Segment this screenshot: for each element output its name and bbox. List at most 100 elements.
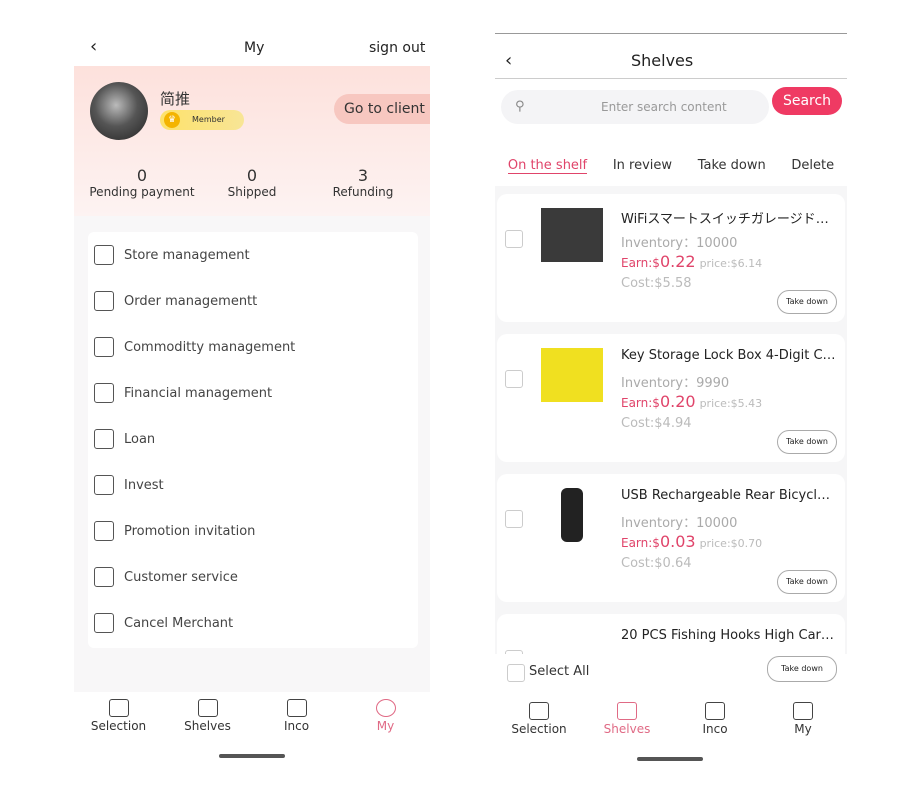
income-chart-icon	[286, 699, 307, 717]
product-image[interactable]	[561, 488, 583, 542]
member-badge: ♛ Member	[160, 110, 244, 130]
menu-item-label: Invest	[124, 477, 164, 493]
inventory: Inventory：9990	[621, 376, 730, 391]
earn-label: Earn:$	[621, 256, 660, 270]
earn: Earn:$0.22 price:$6.14	[621, 252, 762, 271]
tab-selection[interactable]: Selection	[74, 695, 163, 733]
page-title: My	[244, 40, 265, 56]
exit-icon	[94, 613, 114, 633]
take-down-button[interactable]: Take down	[777, 570, 837, 594]
earn: Earn:$0.03 price:$0.70	[621, 532, 762, 551]
divider	[495, 78, 847, 79]
menu-item-label: Cancel Merchant	[124, 615, 234, 631]
go-to-client-button[interactable]: Go to client	[334, 94, 430, 124]
cost: Cost:$0.64	[621, 556, 692, 571]
home-indicator	[219, 754, 285, 758]
product-card: USB Rechargeable Rear Bicycle Light Inven…	[497, 474, 845, 602]
stat-value: 0	[246, 166, 258, 185]
stat-pending[interactable]: 0 Pending payment	[87, 166, 197, 199]
stat-label: Pending payment	[89, 185, 195, 199]
earn: Earn:$0.20 price:$5.43	[621, 392, 762, 411]
tab-delete[interactable]: Delete	[791, 158, 834, 174]
take-down-button[interactable]: Take down	[777, 430, 837, 454]
stat-label: Shipped	[227, 185, 277, 199]
select-all-checkbox[interactable]	[507, 664, 525, 682]
menu-item-label: Customer service	[124, 569, 238, 585]
stat-refunding[interactable]: 3 Refunding	[308, 166, 418, 199]
take-down-button[interactable]: Take down	[777, 290, 837, 314]
divider	[495, 33, 847, 34]
search-button[interactable]: Search	[772, 87, 842, 115]
tab-my[interactable]: My	[341, 695, 430, 733]
product-image[interactable]	[541, 208, 603, 262]
bottom-tab-bar: Selection Shelves Inco My	[495, 698, 847, 736]
inventory: Inventory：10000	[621, 516, 738, 531]
shelves-icon	[197, 699, 218, 717]
headset-icon	[94, 567, 114, 587]
earn-value: 0.22	[659, 252, 696, 271]
tab-take-down[interactable]: Take down	[698, 158, 766, 174]
sign-out-link[interactable]: sign out	[369, 40, 425, 56]
tab-label: Selection	[90, 719, 147, 733]
income-chart-icon	[705, 702, 725, 720]
selection-icon	[529, 702, 549, 720]
menu-item-label: Order managementt	[124, 293, 258, 309]
tab-label: My	[376, 719, 395, 733]
store-icon	[94, 245, 114, 265]
menu-item[interactable]: Commoditty management	[88, 324, 418, 370]
product-image[interactable]	[541, 348, 603, 402]
menu-item[interactable]: Cancel Merchant	[88, 600, 418, 646]
bulk-take-down-button[interactable]: Take down	[767, 656, 837, 682]
stat-shipped[interactable]: 0 Shipped	[197, 166, 307, 199]
loan-icon	[94, 429, 114, 449]
tab-in-review[interactable]: In review	[613, 158, 672, 174]
product-checkbox[interactable]	[505, 230, 523, 248]
price: price:$0.70	[699, 537, 763, 550]
inventory: Inventory：10000	[621, 236, 738, 251]
search-input[interactable]: Enter search content	[501, 90, 769, 124]
menu-item-label: Commoditty management	[124, 339, 296, 355]
tab-label: Shelves	[603, 722, 651, 736]
price: price:$5.43	[699, 397, 763, 410]
stat-value: 0	[136, 166, 148, 185]
product-title[interactable]: Key Storage Lock Box 4-Digit Combination	[621, 348, 837, 363]
bulk-action-bar: Select All Take down	[495, 654, 847, 690]
tab-my[interactable]: My	[759, 698, 847, 736]
menu-item-label: Financial management	[124, 385, 273, 401]
product-title[interactable]: USB Rechargeable Rear Bicycle Light	[621, 488, 837, 503]
product-title[interactable]: WiFiスマートスイッチガレージドアオープナー	[621, 208, 837, 227]
menu-item[interactable]: Customer service	[88, 554, 418, 600]
menu-item[interactable]: Store management	[88, 232, 418, 278]
user-name: 简推	[160, 90, 191, 108]
tab-selection[interactable]: Selection	[495, 698, 583, 736]
stat-value: 3	[357, 166, 369, 185]
tab-on-the-shelf[interactable]: On the shelf	[507, 158, 588, 174]
paper-plane-icon	[94, 521, 114, 541]
shelves-screen: ‹ Shelves Enter search content ⚲ Search …	[495, 0, 847, 799]
back-icon[interactable]: ‹	[90, 36, 97, 57]
shelves-icon	[617, 702, 637, 720]
product-checkbox[interactable]	[505, 370, 523, 388]
product-card: Key Storage Lock Box 4-Digit Combination…	[497, 334, 845, 462]
avatar[interactable]	[90, 82, 148, 140]
my-screen: ‹ My sign out 简推 ♛ Member Go to client 0P…	[74, 0, 430, 799]
menu-item[interactable]: Financial management	[88, 370, 418, 416]
tab-inco[interactable]: Inco	[252, 695, 341, 733]
stat-label: Refunding	[332, 185, 394, 199]
user-icon	[793, 702, 813, 720]
menu-item[interactable]: Promotion invitation	[88, 508, 418, 554]
product-title[interactable]: 20 PCS Fishing Hooks High Carbon Steel	[621, 628, 837, 643]
tab-inco[interactable]: Inco	[671, 698, 759, 736]
menu-item[interactable]: Invest	[88, 462, 418, 508]
tab-shelves[interactable]: Shelves	[163, 695, 252, 733]
cost: Cost:$5.58	[621, 276, 692, 291]
product-card: WiFiスマートスイッチガレージドアオープナーInventory：10000Ea…	[497, 194, 845, 322]
tab-label: Inco	[283, 719, 310, 733]
product-checkbox[interactable]	[505, 510, 523, 528]
box-icon	[94, 337, 114, 357]
back-icon[interactable]: ‹	[505, 50, 512, 71]
menu-item[interactable]: Order managementt	[88, 278, 418, 324]
tab-label: Selection	[511, 722, 567, 736]
tab-shelves[interactable]: Shelves	[583, 698, 671, 736]
menu-item[interactable]: Loan	[88, 416, 418, 462]
